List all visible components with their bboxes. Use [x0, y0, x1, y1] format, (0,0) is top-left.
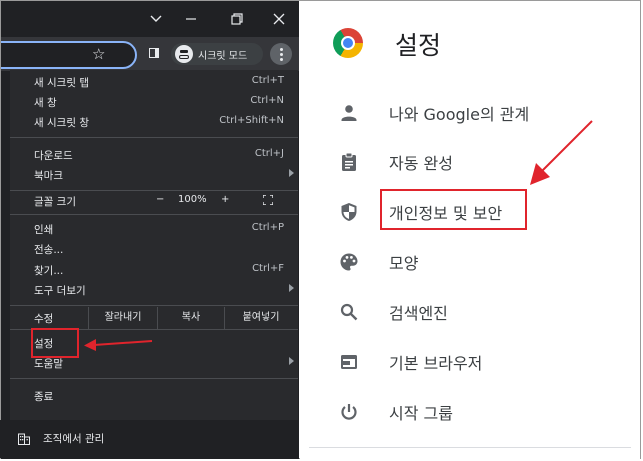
incognito-icon	[175, 45, 193, 63]
menu-item-more-tools[interactable]: 도구 더보기	[10, 280, 298, 300]
nav-label: 검색엔진	[389, 304, 448, 323]
menu-item-zoom: 글꼴 크기 − 100% +	[10, 191, 298, 211]
menu-item-print[interactable]: 인쇄 Ctrl+P	[10, 219, 298, 239]
bookmark-star-icon[interactable]: ☆	[92, 45, 105, 63]
cut-button[interactable]: 잘라내기	[88, 307, 157, 329]
annotation-arrow-icon	[84, 339, 153, 351]
org-label: 조직에서 관리	[43, 433, 105, 445]
palette-icon	[338, 251, 360, 273]
menu-item-cast[interactable]: 전송...	[10, 239, 298, 259]
zoom-in-button[interactable]: +	[221, 194, 229, 205]
browser-icon	[338, 351, 360, 373]
copy-button[interactable]: 복사	[157, 307, 224, 329]
chrome-logo-icon	[333, 28, 363, 58]
address-bar[interactable]: ☆	[1, 41, 137, 69]
paste-button[interactable]: 붙여넣기	[224, 307, 297, 329]
nav-appearance[interactable]: 모양	[330, 243, 630, 277]
person-icon	[338, 102, 360, 124]
settings-panel	[300, 1, 640, 459]
chrome-main-menu: 새 시크릿 탭 Ctrl+T 새 창 Ctrl+N 새 시크릿 창 Ctrl+S…	[10, 70, 298, 448]
menu-item-find[interactable]: 찾기... Ctrl+F	[10, 260, 298, 280]
fullscreen-icon[interactable]	[263, 195, 273, 205]
menu-separator	[10, 305, 298, 306]
nav-label: 기본 브라우저	[389, 354, 483, 373]
more-menu-button[interactable]	[270, 43, 292, 65]
incognito-badge[interactable]: 시크릿 모드	[171, 43, 263, 65]
menu-separator	[10, 378, 298, 379]
menu-item-downloads[interactable]: 다운로드 Ctrl+J	[10, 145, 298, 165]
highlight-box-settings	[31, 328, 79, 358]
search-icon	[338, 301, 360, 323]
submenu-arrow-icon	[289, 357, 294, 365]
title-bar	[1, 1, 299, 37]
managed-by-organization[interactable]: 조직에서 관리	[0, 420, 298, 458]
shield-icon	[338, 201, 360, 223]
restore-button[interactable]	[227, 10, 247, 28]
side-panel-icon[interactable]	[149, 48, 159, 58]
nav-default-browser[interactable]: 기본 브라우저	[330, 343, 630, 377]
minimize-button[interactable]	[181, 10, 201, 28]
building-icon	[18, 433, 30, 445]
menu-item-new-incognito-tab[interactable]: 새 시크릿 탭 Ctrl+T	[10, 72, 298, 92]
bottom-divider	[309, 447, 631, 448]
menu-separator	[10, 214, 298, 215]
highlight-box-privacy	[380, 189, 527, 230]
annotation-arrow-icon	[530, 120, 593, 185]
menu-item-exit[interactable]: 종료	[10, 386, 298, 406]
incognito-label: 시크릿 모드	[198, 51, 248, 62]
nav-label: 시작 그룹	[389, 404, 453, 423]
submenu-arrow-icon	[289, 169, 294, 177]
nav-label: 자동 완성	[389, 154, 453, 173]
menu-item-new-incognito-window[interactable]: 새 시크릿 창 Ctrl+Shift+N	[10, 112, 298, 132]
menu-item-new-window[interactable]: 새 창 Ctrl+N	[10, 92, 298, 112]
nav-search-engine[interactable]: 검색엔진	[330, 293, 630, 327]
close-button[interactable]	[269, 10, 289, 28]
nav-label: 모양	[389, 254, 419, 273]
nav-on-startup[interactable]: 시작 그룹	[330, 393, 630, 427]
zoom-level: 100%	[178, 194, 207, 205]
submenu-arrow-icon	[289, 284, 294, 292]
nav-label: 나와 Google의 관계	[389, 105, 530, 124]
tab-search-chevron-icon[interactable]	[146, 10, 166, 28]
menu-separator	[10, 137, 298, 138]
settings-page-title: 설정	[395, 31, 442, 60]
menu-item-bookmarks[interactable]: 북마크	[10, 165, 298, 185]
zoom-out-button[interactable]: −	[156, 194, 164, 205]
power-icon	[338, 401, 360, 423]
clipboard-icon	[338, 151, 360, 173]
